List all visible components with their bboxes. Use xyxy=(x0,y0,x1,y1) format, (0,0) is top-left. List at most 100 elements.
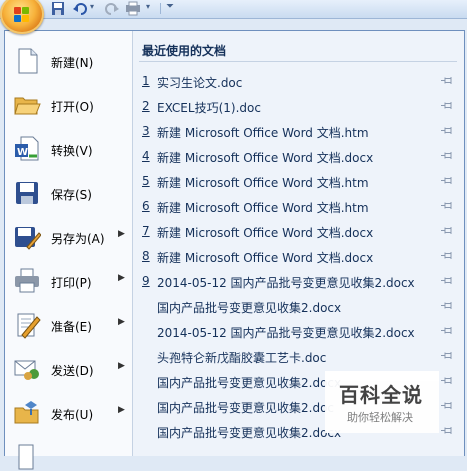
pin-icon[interactable] xyxy=(441,126,453,135)
pin-icon[interactable] xyxy=(441,226,453,235)
pin-icon[interactable] xyxy=(441,76,453,85)
svg-text:W: W xyxy=(17,147,28,158)
menu-item-publish[interactable]: 发布(U) ▶ xyxy=(5,391,132,435)
print-icon xyxy=(15,268,39,293)
watermark-title: 百科全说 xyxy=(339,383,423,407)
recent-document-name: 国内产品批号变更意见收集2.doc xyxy=(157,401,335,415)
print-preview-icon[interactable] xyxy=(124,1,144,16)
pin-icon[interactable] xyxy=(441,201,453,210)
recent-document-name: 2014-05-12 国内产品批号变更意见收集2.docx xyxy=(157,326,415,340)
submenu-arrow-icon: ▶ xyxy=(118,229,125,239)
save-icon xyxy=(16,182,38,204)
open-folder-icon xyxy=(14,97,41,115)
menu-item-print[interactable]: 打印(P) ▶ xyxy=(5,259,132,303)
submenu-arrow-icon: ▶ xyxy=(118,361,125,371)
menu-item-label: 另存为(A) xyxy=(51,232,105,246)
recent-document-number: 9 xyxy=(142,274,150,288)
recent-document-item[interactable]: 2 EXCEL技巧(1).doc xyxy=(133,94,464,119)
recent-document-name: EXCEL技巧(1).doc xyxy=(157,101,261,115)
prepare-icon xyxy=(17,313,41,339)
recent-document-name: 新建 Microsoft Office Word 文档.htm xyxy=(157,176,369,190)
submenu-arrow-icon: ▶ xyxy=(118,273,125,283)
pin-icon[interactable] xyxy=(441,401,453,410)
menu-item-label: 保存(S) xyxy=(51,188,92,202)
menu-item-send[interactable]: 发送(D) ▶ xyxy=(5,347,132,391)
recent-document-number: 2 xyxy=(142,99,150,113)
title-underline xyxy=(139,61,457,62)
recent-document-number: 5 xyxy=(142,174,150,188)
menu-item-save-as[interactable]: 另存为(A) ▶ xyxy=(5,215,132,259)
menu-item-label: 转换(V) xyxy=(51,144,93,158)
recent-document-name: 新建 Microsoft Office Word 文档.docx xyxy=(157,151,374,165)
pin-icon[interactable] xyxy=(441,176,453,185)
undo-dropdown-icon[interactable]: ▾ xyxy=(90,2,94,17)
menu-item-open[interactable]: 打开(O) xyxy=(5,83,132,127)
recent-document-number: 7 xyxy=(142,224,150,238)
new-document-icon xyxy=(18,48,38,74)
pin-icon[interactable] xyxy=(441,301,453,310)
save-as-icon xyxy=(15,227,41,250)
menu-item-label: 发布(U) xyxy=(51,408,94,422)
recent-document-name: 实习生论文.doc xyxy=(157,76,243,90)
recent-document-name: 国内产品批号变更意见收集2.docx xyxy=(157,426,342,440)
watermark: 百科全说 助你轻松解决 xyxy=(325,371,439,433)
recent-document-name: 头孢特仑新戊酯胶囊工艺卡.doc xyxy=(157,351,327,365)
recent-document-item[interactable]: 4 新建 Microsoft Office Word 文档.docx xyxy=(133,144,464,169)
recent-document-item[interactable]: 8 新建 Microsoft Office Word 文档.docx xyxy=(133,244,464,269)
publish-icon xyxy=(14,401,39,424)
pin-icon[interactable] xyxy=(441,351,453,360)
pin-icon[interactable] xyxy=(441,251,453,260)
menu-item-save[interactable]: 保存(S) xyxy=(5,171,132,215)
recent-document-item[interactable]: 国内产品批号变更意见收集2.docx xyxy=(133,294,464,319)
recent-document-number: 6 xyxy=(142,199,150,213)
recent-document-name: 2014-05-12 国内产品批号变更意见收集2.docx xyxy=(157,276,415,290)
redo-icon[interactable] xyxy=(104,1,120,16)
recent-document-number: 4 xyxy=(142,149,150,163)
menu-item-new[interactable]: 新建(N) xyxy=(5,39,132,83)
recent-document-item[interactable]: 5 新建 Microsoft Office Word 文档.htm xyxy=(133,169,464,194)
pin-icon[interactable] xyxy=(441,326,453,335)
recent-document-name: 新建 Microsoft Office Word 文档.htm xyxy=(157,126,369,140)
recent-document-number: 8 xyxy=(142,249,150,263)
convert-icon: W xyxy=(15,136,39,161)
recent-document-item[interactable]: 1 实习生论文.doc xyxy=(133,69,464,94)
command-list: 新建(N) 打开(O) W 转换(V) 保存(S) 另存为(A) ▶ 打印(P)… xyxy=(5,31,132,470)
menu-item-label: 打印(P) xyxy=(51,276,92,290)
quick-access-toolbar: ▾ ▾ ⏷ xyxy=(0,0,467,19)
submenu-arrow-icon: ▶ xyxy=(118,405,125,415)
menu-item-convert[interactable]: W 转换(V) xyxy=(5,127,132,171)
save-icon[interactable] xyxy=(50,1,66,16)
recent-document-item[interactable]: 3 新建 Microsoft Office Word 文档.htm xyxy=(133,119,464,144)
pin-icon[interactable] xyxy=(441,426,453,435)
recent-document-item[interactable]: 7 新建 Microsoft Office Word 文档.docx xyxy=(133,219,464,244)
pin-icon[interactable] xyxy=(441,376,453,385)
office-logo-icon xyxy=(14,7,30,23)
close-document-icon xyxy=(18,444,34,470)
recent-document-name: 新建 Microsoft Office Word 文档.htm xyxy=(157,201,369,215)
recent-documents-title: 最近使用的文档 xyxy=(142,44,227,58)
recent-document-item[interactable]: 9 2014-05-12 国内产品批号变更意见收集2.docx xyxy=(133,269,464,294)
pin-icon[interactable] xyxy=(441,276,453,285)
print-dropdown-icon[interactable]: ▾ xyxy=(146,2,150,17)
submenu-arrow-icon: ▶ xyxy=(118,317,125,327)
recent-document-name: 新建 Microsoft Office Word 文档.docx xyxy=(157,251,374,265)
customize-toolbar-icon[interactable]: ⏷ xyxy=(166,1,174,16)
menu-item-label: 准备(E) xyxy=(51,320,92,334)
recent-document-item[interactable]: 2014-05-12 国内产品批号变更意见收集2.docx xyxy=(133,319,464,344)
pin-icon[interactable] xyxy=(441,151,453,160)
recent-document-item[interactable]: 头孢特仑新戊酯胶囊工艺卡.doc xyxy=(133,344,464,369)
pin-icon[interactable] xyxy=(441,101,453,110)
menu-item-label: 发送(D) xyxy=(51,364,94,378)
recent-document-number: 1 xyxy=(142,74,150,88)
menu-item-prepare[interactable]: 准备(E) ▶ xyxy=(5,303,132,347)
recent-document-name: 新建 Microsoft Office Word 文档.docx xyxy=(157,226,374,240)
undo-icon[interactable] xyxy=(72,1,88,16)
menu-item-label: 新建(N) xyxy=(51,56,94,70)
menu-item-label: 打开(O) xyxy=(51,100,94,114)
recent-document-name: 国内产品批号变更意见收集2.docx xyxy=(157,376,342,390)
recent-document-number: 3 xyxy=(142,124,150,138)
watermark-subtitle: 助你轻松解决 xyxy=(347,411,413,424)
menu-item-partial[interactable] xyxy=(5,435,132,470)
office-button[interactable] xyxy=(0,0,44,34)
recent-document-item[interactable]: 6 新建 Microsoft Office Word 文档.htm xyxy=(133,194,464,219)
